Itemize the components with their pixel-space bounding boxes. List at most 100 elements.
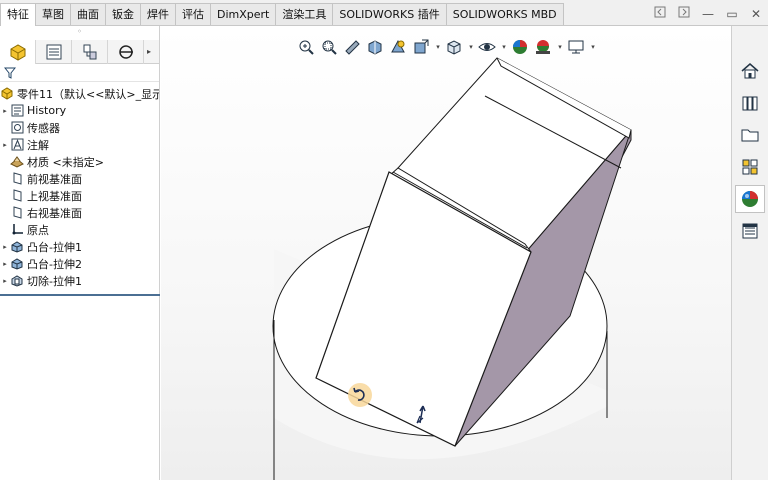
previous-view-icon	[345, 40, 360, 55]
tab-weldments[interactable]: 焊件	[141, 3, 176, 25]
tile-right-button[interactable]	[672, 5, 696, 23]
dimxpert-manager-icon	[118, 45, 133, 59]
history-icon	[10, 104, 24, 117]
tree-item-origin[interactable]: 原点	[0, 221, 159, 238]
graphics-area[interactable]: ▾ ▾ ▾ ▾ ▾	[161, 26, 731, 480]
dynamic-annotation-button[interactable]	[387, 36, 409, 58]
solidworks-resources-tab[interactable]	[735, 57, 765, 85]
tab-solidworks-addins[interactable]: SOLIDWORKS 插件	[333, 3, 447, 25]
view-orientation-button[interactable]	[410, 36, 432, 58]
tree-item-label: 前视基准面	[27, 172, 82, 186]
tree-item-cut-extrude-1[interactable]: ▸ 切除-拉伸1	[0, 272, 159, 289]
tab-sketch[interactable]: 草图	[36, 3, 71, 25]
appearances-scenes-tab[interactable]	[735, 185, 765, 213]
dynamic-annotation-icon	[391, 39, 405, 53]
tree-item-top-plane[interactable]: 上视基准面	[0, 187, 159, 204]
tile-left-button[interactable]	[648, 5, 672, 23]
apply-scene-button[interactable]	[532, 36, 554, 58]
design-library-tab[interactable]	[735, 89, 765, 117]
heads-up-view-toolbar: ▾ ▾ ▾ ▾ ▾	[295, 34, 598, 60]
edit-appearance-button[interactable]	[509, 36, 531, 58]
previous-view-button[interactable]	[341, 36, 363, 58]
view-settings-button[interactable]	[565, 36, 587, 58]
plane-icon	[10, 189, 24, 202]
section-view-icon	[368, 40, 382, 55]
section-view-button[interactable]	[364, 36, 386, 58]
expand-arrow-icon[interactable]: ▸	[0, 141, 10, 149]
filter-icon[interactable]	[3, 67, 17, 79]
configuration-manager-tab[interactable]	[72, 40, 108, 64]
minimize-button[interactable]: —	[696, 5, 720, 23]
maximize-button[interactable]: ▭	[720, 5, 744, 23]
view-palette-icon	[742, 159, 758, 175]
zoom-to-area-icon	[322, 40, 337, 55]
tree-item-boss-extrude-2[interactable]: ▸ 凸台-拉伸2	[0, 255, 159, 272]
apply-scene-icon	[536, 40, 550, 54]
command-manager-tab-bar: 特征 草图 曲面 钣金 焊件 评估 DimXpert 渲染工具 SOLIDWOR…	[0, 0, 768, 26]
display-style-dropdown-icon[interactable]: ▾	[466, 43, 476, 51]
tab-sheet-metal[interactable]: 钣金	[106, 3, 141, 25]
command-tabs: 特征 草图 曲面 钣金 焊件 评估 DimXpert 渲染工具 SOLIDWOR…	[0, 3, 564, 26]
manager-tabs-scroll-right[interactable]: ▸	[144, 40, 154, 64]
tree-filter-row	[0, 64, 159, 82]
tree-item-annotations[interactable]: ▸ 注解	[0, 136, 159, 153]
file-explorer-tab[interactable]	[735, 121, 765, 149]
tree-item-part[interactable]: 零件11（默认<<默认>_显示状	[0, 85, 159, 102]
plane-icon	[10, 206, 24, 219]
view-orientation-icon	[414, 39, 429, 54]
tree-item-label: 切除-拉伸1	[27, 274, 82, 288]
part-icon	[0, 87, 14, 100]
tile-left-icon	[654, 6, 666, 18]
tree-item-label: 上视基准面	[27, 189, 82, 203]
display-style-button[interactable]	[443, 36, 465, 58]
tab-surfaces[interactable]: 曲面	[71, 3, 106, 25]
property-manager-tab[interactable]	[36, 40, 72, 64]
tile-right-icon	[678, 6, 690, 18]
origin-icon	[10, 223, 24, 236]
tree-item-front-plane[interactable]: 前视基准面	[0, 170, 159, 187]
home-icon	[741, 63, 759, 79]
tree-item-label: 原点	[27, 223, 49, 237]
tab-render-tools[interactable]: 渲染工具	[276, 3, 334, 25]
expand-arrow-icon[interactable]: ▸	[0, 260, 10, 268]
hide-show-items-button[interactable]	[476, 36, 498, 58]
model-view	[272, 57, 632, 480]
zoom-to-fit-button[interactable]	[295, 36, 317, 58]
tree-item-right-plane[interactable]: 右视基准面	[0, 204, 159, 221]
view-orientation-dropdown-icon[interactable]: ▾	[433, 43, 443, 51]
material-icon	[10, 155, 24, 168]
zoom-to-area-button[interactable]	[318, 36, 340, 58]
hide-show-items-icon	[478, 43, 496, 51]
tab-evaluate[interactable]: 评估	[176, 3, 211, 25]
custom-properties-icon	[742, 223, 758, 239]
rollback-bar[interactable]	[0, 294, 160, 296]
view-palette-tab[interactable]	[735, 153, 765, 181]
hide-show-dropdown-icon[interactable]: ▾	[499, 43, 509, 51]
panel-grip-handle[interactable]: ◦	[0, 26, 159, 40]
tree-item-sensors[interactable]: 传感器	[0, 119, 159, 136]
close-button[interactable]: ✕	[744, 5, 768, 23]
tab-features[interactable]: 特征	[0, 3, 36, 26]
feature-manager-tab[interactable]	[0, 40, 36, 64]
tree-item-label: History	[27, 104, 67, 117]
tree-item-history[interactable]: ▸ History	[0, 102, 159, 119]
tab-solidworks-mbd[interactable]: SOLIDWORKS MBD	[446, 3, 564, 25]
expand-arrow-icon[interactable]: ▸	[0, 107, 10, 115]
edit-appearance-icon	[513, 40, 527, 54]
tree-item-boss-extrude-1[interactable]: ▸ 凸台-拉伸1	[0, 238, 159, 255]
dimxpert-manager-tab[interactable]	[108, 40, 144, 64]
expand-arrow-icon[interactable]: ▸	[0, 277, 10, 285]
configuration-manager-icon	[83, 44, 96, 60]
tree-item-material[interactable]: 材质 <未指定>	[0, 153, 159, 170]
rotate-cursor-glow	[348, 383, 372, 407]
view-settings-icon	[568, 40, 584, 54]
feature-tree: 零件11（默认<<默认>_显示状 ▸ History 传感器 ▸ 注解 材质 <…	[0, 82, 159, 289]
custom-properties-tab[interactable]	[735, 217, 765, 245]
design-library-icon	[742, 96, 758, 111]
tab-dimxpert[interactable]: DimXpert	[211, 3, 277, 25]
apply-scene-dropdown-icon[interactable]: ▾	[555, 43, 565, 51]
tree-item-label: 右视基准面	[27, 206, 82, 220]
expand-arrow-icon[interactable]: ▸	[0, 243, 10, 251]
view-settings-dropdown-icon[interactable]: ▾	[588, 43, 598, 51]
zoom-to-fit-icon	[299, 40, 314, 55]
